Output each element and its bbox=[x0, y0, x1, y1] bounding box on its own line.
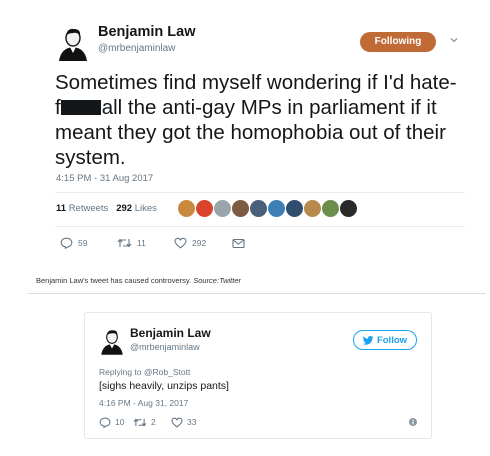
caption-source-name: Twitter bbox=[219, 276, 242, 285]
following-button[interactable]: Following bbox=[360, 32, 436, 52]
envelope-icon bbox=[232, 238, 245, 248]
like-count: 292 bbox=[192, 238, 207, 248]
caption-source-label: Source: bbox=[193, 276, 220, 285]
retweet-icon bbox=[117, 238, 132, 248]
follow-button[interactable]: Follow bbox=[353, 330, 417, 350]
embedded-tweet[interactable]: Benjamin Law @mrbenjaminlaw Follow Reply… bbox=[84, 312, 432, 439]
divider bbox=[55, 226, 465, 227]
chevron-down-icon[interactable] bbox=[449, 35, 459, 45]
caption-text: Benjamin Law's tweet has caused controve… bbox=[36, 276, 192, 285]
author-handle[interactable]: @mrbenjaminlaw bbox=[98, 43, 175, 54]
author-handle[interactable]: @mrbenjaminlaw bbox=[130, 342, 200, 352]
replying-to[interactable]: Replying to @Rob_Stott bbox=[99, 367, 190, 377]
tweet-text: Sometimes find myself wondering if I'd h… bbox=[55, 70, 465, 170]
liker-avatar[interactable] bbox=[268, 200, 285, 217]
liker-avatar[interactable] bbox=[340, 200, 357, 217]
avatar[interactable] bbox=[56, 25, 90, 61]
liker-avatar[interactable] bbox=[232, 200, 249, 217]
twitter-bird-icon bbox=[362, 335, 374, 345]
avatar[interactable] bbox=[99, 327, 125, 355]
likes-stat[interactable]: 292 Likes bbox=[116, 203, 157, 214]
tweet-text-line: f all the anti-gay MPs in parliament if i… bbox=[55, 95, 465, 120]
like-count: 33 bbox=[187, 417, 197, 427]
retweets-count: 11 bbox=[56, 203, 67, 214]
heart-icon bbox=[171, 417, 183, 428]
liker-avatar[interactable] bbox=[304, 200, 321, 217]
like-action[interactable]: 33 bbox=[171, 417, 196, 428]
liker-avatar[interactable] bbox=[214, 200, 231, 217]
reply-count: 59 bbox=[78, 238, 88, 248]
engagement-stats: 11 Retweets 292 Likes bbox=[56, 203, 157, 214]
liker-avatar[interactable] bbox=[196, 200, 213, 217]
reply-action[interactable]: 59 bbox=[60, 237, 117, 249]
direct-message-action[interactable] bbox=[232, 238, 245, 249]
main-tweet: Benjamin Law @mrbenjaminlaw Following So… bbox=[0, 0, 490, 262]
retweets-label: Retweets bbox=[68, 203, 109, 214]
liker-avatars bbox=[178, 200, 357, 217]
tweet-timestamp[interactable]: 4:16 PM - Aug 31, 2017 bbox=[99, 398, 188, 408]
author-name[interactable]: Benjamin Law bbox=[98, 24, 196, 40]
divider bbox=[28, 293, 486, 294]
tweet-text-line: meant they got the homophobia out of the… bbox=[55, 121, 446, 144]
reply-action[interactable]: 10 bbox=[99, 417, 133, 428]
tweet-actions: 59 11 292 bbox=[60, 236, 245, 250]
tweet-text-line: system. bbox=[55, 146, 126, 169]
likes-count: 292 bbox=[116, 203, 133, 214]
liker-avatar[interactable] bbox=[178, 200, 195, 217]
author-name[interactable]: Benjamin Law bbox=[130, 326, 211, 340]
retweet-action[interactable]: 11 bbox=[117, 237, 174, 249]
liker-avatar[interactable] bbox=[286, 200, 303, 217]
follow-button-label: Follow bbox=[376, 334, 408, 346]
liker-avatar[interactable] bbox=[250, 200, 267, 217]
tweet-text-line: Sometimes find myself wondering if I'd h… bbox=[55, 71, 457, 94]
like-action[interactable]: 292 bbox=[174, 237, 232, 249]
reply-count: 10 bbox=[115, 417, 125, 427]
reply-icon bbox=[99, 417, 111, 428]
divider bbox=[55, 192, 465, 193]
retweet-count: 2 bbox=[151, 417, 156, 427]
tweet-actions: 10 2 33 bbox=[99, 416, 196, 428]
retweet-icon bbox=[133, 418, 147, 426]
image-caption: Benjamin Law's tweet has caused controve… bbox=[36, 276, 241, 285]
retweet-count: 11 bbox=[137, 238, 146, 248]
retweets-stat[interactable]: 11 Retweets bbox=[56, 203, 108, 214]
info-icon[interactable] bbox=[409, 418, 417, 426]
redaction-bar bbox=[60, 100, 101, 115]
tweet-timestamp[interactable]: 4:15 PM - 31 Aug 2017 bbox=[56, 173, 153, 184]
likes-label: Likes bbox=[134, 203, 157, 214]
retweet-action[interactable]: 2 bbox=[133, 417, 171, 428]
liker-avatar[interactable] bbox=[322, 200, 339, 217]
tweet-text-fragment: all the anti-gay MPs in parliament if it bbox=[101, 96, 437, 119]
reply-icon bbox=[60, 237, 73, 249]
tweet-text: [sighs heavily, unzips pants] bbox=[99, 380, 229, 392]
heart-icon bbox=[174, 237, 187, 249]
